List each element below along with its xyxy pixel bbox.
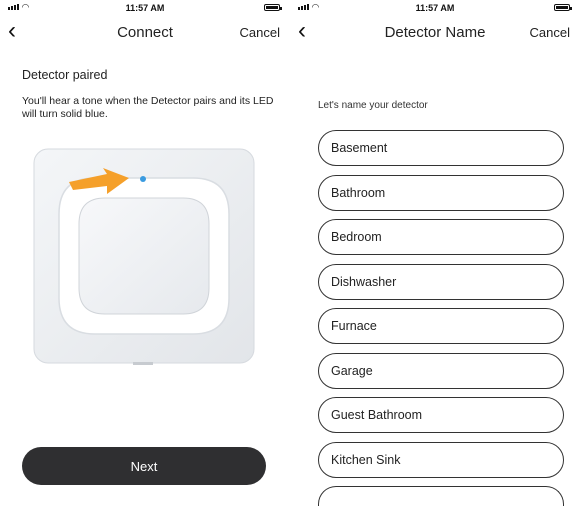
battery-icon bbox=[264, 4, 282, 11]
detector-connector bbox=[133, 362, 153, 365]
cancel-button[interactable]: Cancel bbox=[530, 25, 570, 40]
cancel-button[interactable]: Cancel bbox=[240, 25, 280, 40]
status-bar: ◠ 11:57 AM bbox=[0, 0, 290, 16]
status-bar: ◠ 11:57 AM bbox=[290, 0, 580, 16]
option-label: Garage bbox=[331, 363, 373, 378]
connect-screen: ◠ 11:57 AM ‹ Connect Cancel Detector pai… bbox=[0, 0, 290, 507]
name-prompt: Let's name your detector bbox=[318, 100, 428, 111]
location-option[interactable]: Dishwasher bbox=[318, 263, 564, 300]
detector-illustration bbox=[33, 148, 255, 365]
location-option[interactable]: Guest Bathroom bbox=[318, 397, 564, 433]
detector-name-screen: ◠ 11:57 AM ‹ Detector Name Cancel Let's … bbox=[290, 0, 580, 507]
option-label: Furnace bbox=[331, 319, 377, 333]
battery-icon bbox=[554, 4, 572, 11]
location-options-list: Basement Bathroom Bedroom Dishwasher Fur… bbox=[318, 130, 564, 506]
option-label: Guest Bathroom bbox=[331, 408, 423, 422]
status-time: 11:57 AM bbox=[125, 3, 165, 13]
option-label: Bathroom bbox=[331, 185, 386, 200]
nav-bar: ‹ Connect Cancel bbox=[0, 18, 290, 46]
paired-description: You'll hear a tone when the Detector pai… bbox=[22, 95, 274, 120]
location-option[interactable]: Garage bbox=[318, 352, 564, 389]
led-indicator bbox=[140, 176, 146, 182]
status-time: 11:57 AM bbox=[415, 3, 455, 13]
nav-bar: ‹ Detector Name Cancel bbox=[290, 18, 580, 46]
location-option[interactable]: Bedroom bbox=[318, 219, 564, 255]
location-option[interactable]: Kitchen Sink bbox=[318, 441, 564, 478]
paired-heading: Detector paired bbox=[22, 68, 108, 82]
location-option[interactable]: Furnace bbox=[318, 308, 564, 344]
location-option[interactable]: Bathroom bbox=[318, 174, 564, 211]
location-option[interactable]: Basement bbox=[318, 130, 564, 166]
detector-center bbox=[78, 197, 210, 315]
next-button[interactable]: Next bbox=[22, 447, 266, 485]
option-label: Bedroom bbox=[331, 230, 382, 244]
option-label: Basement bbox=[331, 141, 388, 155]
option-label: Dishwasher bbox=[331, 274, 397, 289]
option-label: Kitchen Sink bbox=[331, 452, 401, 467]
location-option-partial[interactable] bbox=[318, 486, 564, 506]
